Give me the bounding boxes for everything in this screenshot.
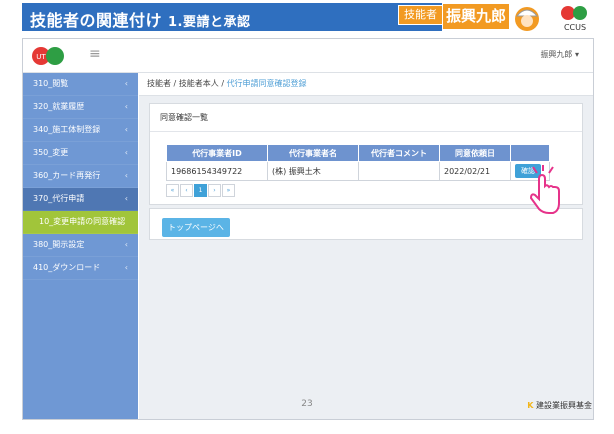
chevron-left-icon: ‹ [124,125,128,134]
sidebar-item-label: 320_就業履歴 [33,102,85,111]
sidebar-item-label: 360_カード再発行 [33,171,101,180]
slide-banner: 技能者の関連付け 1.要請と承認 技能者 振興九郎 CCUS [0,0,614,38]
sidebar-item-label: 410_ダウンロード [33,263,101,272]
action-panel: トップページへ [149,208,583,240]
chevron-left-icon: ‹ [124,148,128,157]
svg-text:CCUS: CCUS [564,23,586,32]
pager-page-1[interactable]: 1 [194,184,207,197]
ccus-logo-icon: CCUS [559,6,591,32]
app-window: UT ≡ 振興九郎 ▾ 310_閲覧 ‹ 320_就業履歴 ‹ 340_施工体制登録… [22,38,594,420]
chevron-left-icon: ‹ [124,102,128,111]
worker-mascot-icon [515,7,539,31]
role-tag: 技能者 [398,5,443,25]
sidebar-item-label: 310_閲覧 [33,79,69,88]
chevron-left-icon: ‹ [124,240,128,249]
column-header: 同意依頼日 [439,144,511,162]
pager-last-button[interactable]: » [222,184,235,197]
table-row: 19686154349722 (株) 振興土木 2022/02/21 確認 [166,161,550,181]
sidebar-item-change[interactable]: 350_変更 ‹ [23,142,138,165]
foundation-name: 建設業振興基金 [536,401,592,410]
sidebar-item-label: 340_施工体制登録 [33,125,101,134]
breadcrumb-item[interactable]: 技能者本人 [179,79,219,88]
consent-table: 代行事業者ID 代行事業者名 代行者コメント 同意依頼日 19686154349… [166,144,550,181]
panel-title: 同意確認一覧 [150,104,582,132]
sidebar: 310_閲覧 ‹ 320_就業履歴 ‹ 340_施工体制登録 ‹ 350_変更 ‹ 36… [23,73,138,419]
sidebar-item-work-history[interactable]: 320_就業履歴 ‹ [23,96,138,119]
pointing-hand-icon [529,165,560,214]
breadcrumb-item[interactable]: 技能者 [147,79,171,88]
banner-title-main: 技能者の関連付け [30,11,163,30]
cell-proxy-id: 19686154349722 [166,161,268,181]
sidebar-item-label: 10_変更申請の同意確認 [39,217,126,226]
table-header: 代行事業者ID 代行事業者名 代行者コメント 同意依頼日 [166,144,550,162]
pager-first-button[interactable]: « [166,184,179,197]
sidebar-item-disclosure-settings[interactable]: 380_開示設定 ‹ [23,234,138,257]
sidebar-item-label: 350_変更 [33,148,69,157]
chevron-left-icon: ‹ [124,79,128,88]
pager-prev-button[interactable]: ‹ [180,184,193,197]
pager-next-button[interactable]: › [208,184,221,197]
breadcrumb-current: 代行申請同意確認登録 [226,79,307,88]
breadcrumb: 技能者 / 技能者本人 / 代行申請同意確認登録 [139,73,593,96]
sidebar-item-construction-registration[interactable]: 340_施工体制登録 ‹ [23,119,138,142]
chevron-left-icon: ‹ [124,194,128,203]
top-bar: UT ≡ 振興九郎 ▾ [23,39,593,73]
sidebar-item-card-reissue[interactable]: 360_カード再発行 ‹ [23,165,138,188]
column-header: 代行者コメント [358,144,440,162]
chevron-left-icon: ‹ [124,171,128,180]
chevron-left-icon: ‹ [124,263,128,272]
banner-subtitle: 1.要請と承認 [168,15,251,30]
app-logo-icon: UT [32,47,64,65]
page-number: 23 [301,399,313,409]
cell-request-date: 2022/02/21 [439,161,511,181]
svg-text:UT: UT [36,53,46,61]
consent-list-panel: 同意確認一覧 代行事業者ID 代行事業者名 代行者コメント 同意依頼日 1968… [149,103,583,205]
sidebar-item-change-consent[interactable]: 10_変更申請の同意確認 [23,211,138,234]
cell-comment [358,161,440,181]
column-header [510,144,550,162]
pagination: « ‹ 1 › » [166,184,236,197]
top-page-button[interactable]: トップページへ [162,218,230,237]
name-tag: 振興九郎 [443,4,509,29]
column-header: 代行事業者ID [166,144,268,162]
cell-proxy-name: (株) 振興土木 [267,161,359,181]
sidebar-item-download[interactable]: 410_ダウンロード ‹ [23,257,138,280]
foundation-mark-icon: K [527,401,534,410]
sidebar-item-proxy-application[interactable]: 370_代行申請 ‹ [23,188,138,211]
menu-toggle-button[interactable]: ≡ [89,46,101,62]
sidebar-item-label: 380_開示設定 [33,240,85,249]
user-menu[interactable]: 振興九郎 ▾ [540,49,579,60]
banner-title: 技能者の関連付け 1.要請と承認 [30,7,251,31]
foundation-logo: K 建設業振興基金 [527,400,592,411]
column-header: 代行事業者名 [267,144,359,162]
sidebar-item-label: 370_代行申請 [33,194,85,203]
main-content: 技能者 / 技能者本人 / 代行申請同意確認登録 同意確認一覧 代行事業者ID … [139,73,593,419]
sidebar-item-view[interactable]: 310_閲覧 ‹ [23,73,138,96]
